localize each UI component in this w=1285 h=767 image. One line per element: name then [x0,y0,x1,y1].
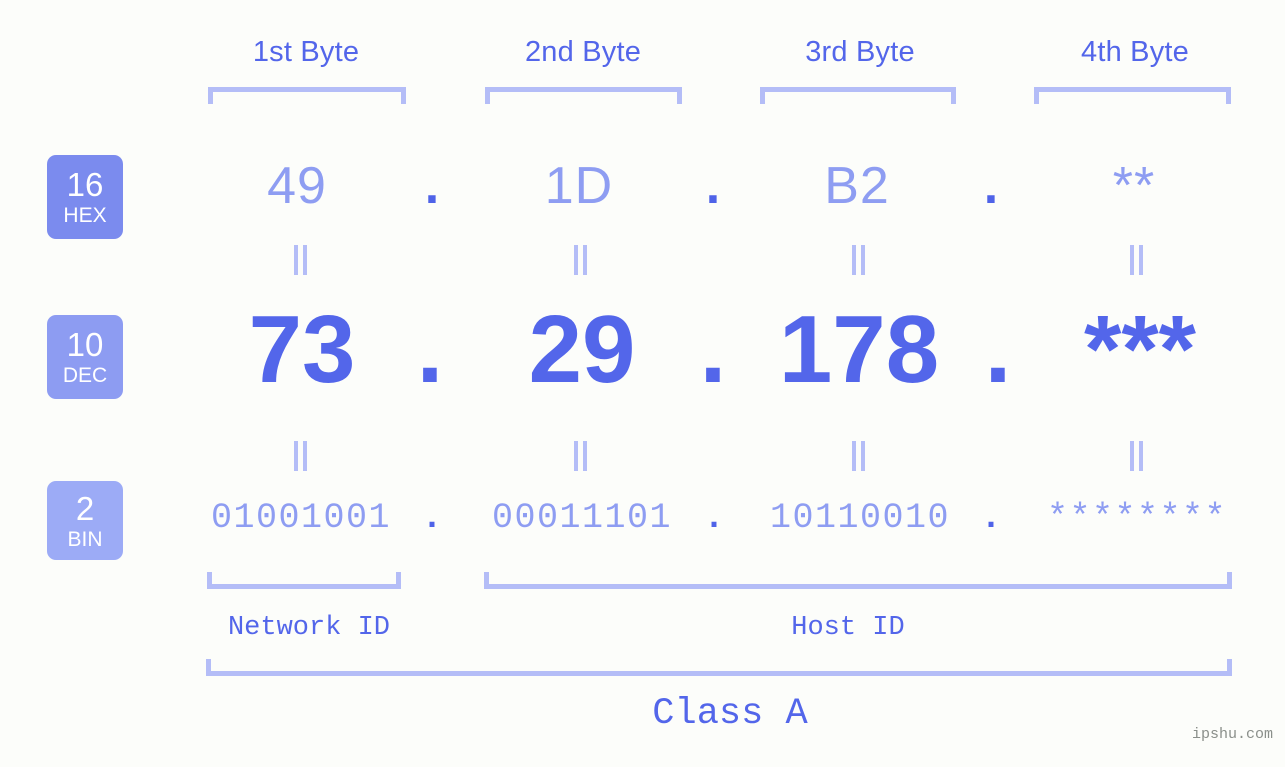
base-badge-hex-label: HEX [63,204,107,227]
bin-separator-3: . [980,498,1002,538]
host-id-label: Host ID [791,613,905,643]
base-badge-bin-number: 2 [75,489,95,527]
byte-header-1: 1st Byte [252,36,360,68]
bin-byte-3: 10110010 [769,498,951,538]
bin-separator-1: . [421,498,443,538]
hex-separator-1: . [424,157,440,215]
byte-bracket-top-3 [760,87,956,104]
site-watermark: ipshu.com [1191,726,1273,743]
dec-separator-3: . [984,296,1012,403]
dec-byte-2: 29 [528,296,636,403]
base-badge-dec: 10 DEC [47,315,123,399]
byte-bracket-top-1 [208,87,406,104]
bin-separator-2: . [703,498,725,538]
bin-byte-2: 00011101 [491,498,673,538]
hex-separator-3: . [983,157,999,215]
hex-separator-2: . [705,157,721,215]
class-label: Class A [652,693,808,735]
network-id-bracket [207,572,401,589]
byte-header-2: 2nd Byte [524,36,642,68]
dec-byte-3: 178 [778,296,940,403]
network-id-label: Network ID [227,613,391,643]
base-badge-bin: 2 BIN [47,481,123,560]
base-badge-dec-number: 10 [66,326,104,363]
base-badge-bin-label: BIN [67,527,103,551]
byte-bracket-top-2 [485,87,682,104]
dec-byte-4: *** [1083,296,1197,403]
hex-byte-4: ** [1112,157,1156,215]
host-id-bracket [484,572,1232,589]
hex-byte-2: 1D [544,157,614,215]
equals-connector-hex-dec-4 [1126,245,1148,275]
equals-connector-hex-dec-3 [848,245,870,275]
equals-connector-dec-bin-4 [1126,441,1148,471]
equals-connector-dec-bin-2 [570,441,592,471]
equals-connector-dec-bin-3 [848,441,870,471]
bin-byte-1: 01001001 [210,498,392,538]
equals-connector-dec-bin-1 [290,441,312,471]
hex-byte-1: 49 [267,157,327,215]
ip-breakdown-diagram: 1st Byte 2nd Byte 3rd Byte 4th Byte 16 H… [0,0,1285,767]
dec-separator-2: . [699,296,727,403]
base-badge-hex: 16 HEX [47,155,123,239]
byte-header-4: 4th Byte [1081,36,1189,68]
class-bracket [206,659,1232,676]
byte-header-3: 3rd Byte [805,36,915,68]
dec-separator-1: . [416,296,444,403]
bin-byte-4: ******** [1046,498,1228,538]
base-badge-dec-label: DEC [62,364,108,387]
hex-byte-3: B2 [824,157,890,215]
equals-connector-hex-dec-1 [290,245,312,275]
byte-bracket-top-4 [1034,87,1231,104]
dec-byte-1: 73 [248,296,356,403]
equals-connector-hex-dec-2 [570,245,592,275]
base-badge-hex-number: 16 [66,166,104,203]
